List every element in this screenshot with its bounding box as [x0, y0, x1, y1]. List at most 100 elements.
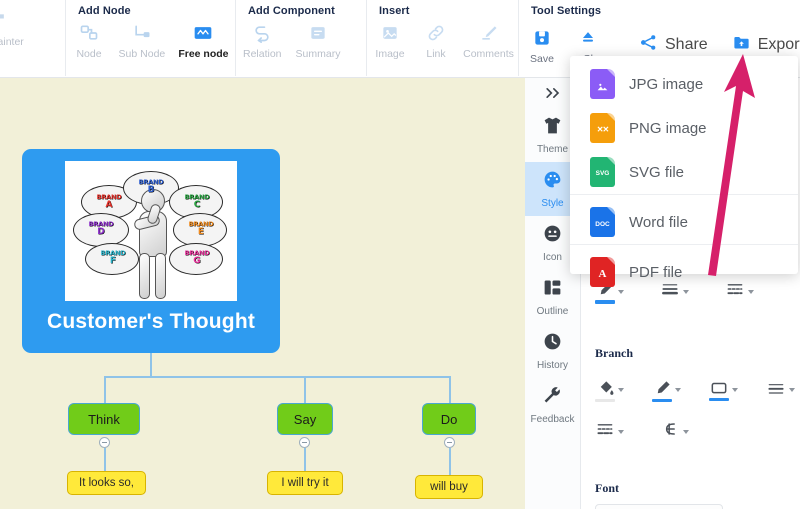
export-button[interactable]: Export	[726, 33, 800, 57]
toolbar-button-label: Image	[375, 48, 405, 60]
branch-line-weight-control[interactable]	[760, 375, 800, 406]
free-node-icon	[193, 21, 213, 45]
link-icon	[426, 21, 446, 45]
branch-node[interactable]: Think	[68, 403, 140, 435]
leaf-node[interactable]: It looks so,	[67, 471, 146, 495]
toolbar-group-title: Add Component	[248, 5, 335, 17]
pdf-file-icon: A	[590, 257, 615, 287]
export-option-pdf[interactable]: A PDF file	[570, 250, 798, 294]
font-family-select[interactable]	[595, 504, 723, 509]
mindmap-app: nat Painter Add Node Node	[0, 0, 800, 509]
export-option-jpg[interactable]: JPG image	[570, 62, 798, 106]
collapse-toggle[interactable]	[299, 437, 310, 448]
word-file-icon: DOC	[590, 207, 615, 237]
palette-icon	[542, 169, 563, 195]
toolbar-group-add-component: Add Component Relation Summary	[236, 0, 367, 76]
leaf-node[interactable]: will buy	[415, 475, 483, 499]
connector	[150, 353, 152, 377]
export-option-label: PDF file	[629, 263, 683, 281]
leaf-node[interactable]: I will try it	[267, 471, 343, 495]
toolbar-button-node[interactable]: Node	[66, 21, 112, 60]
sidebar-item-label: Theme	[536, 144, 569, 155]
toolbar-button-label: Relation	[243, 48, 282, 60]
brand-label: BRAND E	[188, 220, 214, 237]
collapse-toggle[interactable]	[444, 437, 455, 448]
image-icon	[380, 21, 400, 45]
share-icon	[639, 33, 658, 57]
toolbar-group-title: Insert	[379, 5, 410, 17]
cloud-upload-icon	[578, 26, 598, 50]
save-icon	[532, 26, 552, 50]
toolbar-button-summary[interactable]: Summary	[289, 21, 348, 60]
toolbar-button-relation[interactable]: Relation	[236, 21, 289, 60]
toolbar-button-label: nat Painter	[0, 36, 24, 48]
sidebar-item-history[interactable]: History	[525, 324, 580, 378]
branch-style-control[interactable]	[654, 416, 695, 447]
sidebar-item-label: Feedback	[530, 414, 575, 425]
sidebar-item-label: Style	[541, 198, 564, 209]
chevron-down-icon	[732, 388, 738, 393]
branch-pen-color-control[interactable]	[646, 375, 687, 407]
branch-style-icon	[660, 420, 680, 443]
brand-label: BRAND D	[88, 220, 114, 237]
fill-color-control[interactable]	[589, 375, 630, 407]
toolbar-group-title: Add Node	[78, 5, 131, 17]
branch-controls-row-1	[581, 375, 800, 407]
sidebar-item-feedback[interactable]: Feedback	[525, 378, 580, 432]
connector	[104, 376, 450, 378]
branch-shape-control[interactable]	[703, 376, 744, 406]
toolbar-button-image[interactable]: Image	[367, 21, 413, 60]
fill-bucket-icon	[595, 379, 615, 402]
branch-node-label: Think	[88, 411, 120, 427]
export-option-label: JPG image	[629, 75, 704, 93]
share-label: Share	[665, 36, 708, 53]
toolbar-button-label: Link	[426, 48, 446, 60]
chevron-double-right-icon	[545, 88, 559, 98]
export-option-label: PNG image	[629, 119, 707, 137]
export-dropdown-menu[interactable]: JPG image ✕✕ PNG image SVG SVG file DOC …	[570, 56, 798, 287]
leaf-node-label: I will try it	[281, 477, 329, 489]
line-style-icon	[595, 420, 615, 443]
export-option-label: Word file	[629, 213, 688, 231]
connector	[449, 448, 451, 476]
root-node-title: Customer's Thought	[46, 310, 256, 333]
chevron-down-icon	[675, 388, 681, 393]
png-file-icon: ✕✕	[590, 113, 615, 143]
toolbar-button-label: Save	[530, 52, 554, 65]
toolbar-button-sub-node[interactable]: Sub Node	[112, 21, 172, 60]
branch-node[interactable]: Do	[422, 403, 476, 435]
sidebar-item-label: Icon	[543, 252, 562, 263]
sidebar-item-label: Outline	[536, 306, 569, 317]
connector	[104, 448, 106, 472]
export-option-word[interactable]: DOC Word file	[570, 200, 798, 244]
toolbar-button-save[interactable]: Save	[519, 26, 565, 65]
root-node[interactable]: BRAND A BRAND B BRAND C BRAND D BRAND E BRAND…	[22, 149, 280, 353]
mindmap-canvas[interactable]: BRAND A BRAND B BRAND C BRAND D BRAND E BRAND…	[0, 78, 525, 509]
leaf-node-label: will buy	[430, 481, 468, 493]
pen-color-icon	[652, 379, 672, 402]
root-node-image: BRAND A BRAND B BRAND C BRAND D BRAND E BRAND…	[65, 161, 237, 301]
menu-divider	[570, 244, 798, 245]
export-option-label: SVG file	[629, 163, 685, 181]
toolbar-button-format-painter[interactable]: nat Painter	[0, 9, 31, 48]
tshirt-icon	[542, 115, 563, 141]
export-option-svg[interactable]: SVG SVG file	[570, 150, 798, 194]
share-button[interactable]: Share	[633, 33, 714, 57]
sidebar-item-label: History	[536, 360, 569, 371]
chevron-down-icon	[789, 388, 795, 393]
toolbar-button-free-node[interactable]: Free node	[172, 21, 235, 60]
brand-label: BRAND G	[184, 249, 210, 266]
collapse-toggle[interactable]	[99, 437, 110, 448]
branch-line-style-control[interactable]	[589, 416, 630, 447]
line-weight-icon	[766, 379, 786, 402]
toolbar-button-link[interactable]: Link	[413, 21, 459, 60]
branch-node[interactable]: Say	[277, 403, 333, 435]
wrench-icon	[542, 385, 563, 411]
export-option-png[interactable]: ✕✕ PNG image	[570, 106, 798, 150]
smiley-icon	[542, 223, 563, 249]
shape-icon	[709, 380, 729, 401]
chevron-down-icon	[618, 429, 624, 434]
node-icon	[79, 21, 99, 45]
toolbar-button-comments[interactable]: Comments	[459, 21, 518, 60]
toolbar-button-label: Node	[76, 48, 102, 60]
